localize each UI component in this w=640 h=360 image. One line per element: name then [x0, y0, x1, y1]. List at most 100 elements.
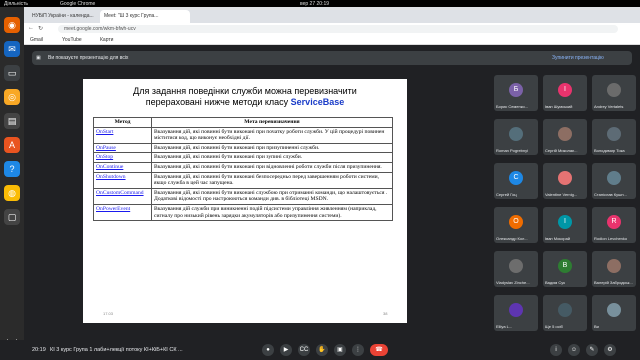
- camera-icon[interactable]: ▶: [280, 344, 292, 356]
- chrome-icon[interactable]: ◍: [4, 185, 20, 201]
- method-link[interactable]: OnShutdown: [93, 171, 152, 189]
- participant-tile[interactable]: R Rodion Levchenko: [592, 207, 636, 243]
- presentation-slide: Для задання поведінки служби можна перев…: [83, 79, 407, 323]
- method-description: Вказування дій, які повинні бути виконан…: [151, 187, 393, 205]
- bookmark-gmail[interactable]: Gmail: [30, 37, 43, 43]
- participant-name: Вадим Сук: [545, 280, 565, 285]
- participant-tile[interactable]: О Олександр Кол...: [494, 207, 538, 243]
- reload-icon[interactable]: ↻: [38, 25, 43, 32]
- participant-name: Rodion Levchenko: [594, 236, 628, 241]
- col-header-purpose: Мета перевизначення: [151, 117, 393, 128]
- participant-tile[interactable]: Ще 5 осіб: [543, 295, 587, 331]
- slide-number: 38: [383, 311, 388, 316]
- participant-tile[interactable]: Vladyslav Zinche...: [494, 251, 538, 287]
- people-icon[interactable]: ☺: [568, 344, 580, 356]
- back-icon[interactable]: ←: [28, 25, 34, 31]
- mail-icon[interactable]: ✉: [4, 41, 20, 57]
- chat-icon[interactable]: ✎: [586, 344, 598, 356]
- method-link[interactable]: OnCustomCommand: [93, 187, 152, 205]
- method-link[interactable]: OnStop: [93, 152, 152, 163]
- more-options-icon[interactable]: ⋮: [352, 344, 364, 356]
- participant-tile[interactable]: Б Борис Семенко...: [494, 75, 538, 111]
- terminal-icon[interactable]: ▢: [4, 209, 20, 225]
- avatar: [558, 303, 572, 317]
- participant-name: Іван Шумський: [545, 104, 573, 109]
- address-bar: ← ↻ meet.google.com/wkm-bfwh-ucv: [24, 23, 640, 35]
- avatar: В: [558, 259, 572, 273]
- avatar: [558, 171, 572, 185]
- url-field[interactable]: meet.google.com/wkm-bfwh-ucv: [58, 25, 618, 33]
- stop-presenting-button[interactable]: Зупинити презентацію: [552, 55, 604, 61]
- participant-tile[interactable]: Andrey Vertalets: [592, 75, 636, 111]
- slide-title-line1: Для задання поведінки служби можна перев…: [133, 86, 357, 96]
- participant-tile[interactable]: Валерій Забродськ...: [592, 251, 636, 287]
- help-icon[interactable]: ?: [4, 161, 20, 177]
- method-link[interactable]: OnPowerEvent: [93, 203, 152, 222]
- slide-title-class: ServiceBase: [290, 97, 345, 107]
- participant-tile[interactable]: Сергій Миколає...: [543, 119, 587, 155]
- participant-name: Борис Семенко...: [496, 104, 529, 109]
- hand-icon[interactable]: ✋: [316, 344, 328, 356]
- participant-tile[interactable]: В Вадим Сук: [543, 251, 587, 287]
- avatar: [509, 259, 523, 273]
- avatar: [509, 303, 523, 317]
- method-link[interactable]: OnStart: [93, 126, 152, 144]
- activities-icon[interactable]: ⚙: [604, 344, 616, 356]
- chrome-window: НУБіП України - календа... Meet: "Ш 3 ку…: [24, 7, 640, 352]
- participant-tile[interactable]: Ви: [592, 295, 636, 331]
- present-icon-btn[interactable]: ▣: [334, 344, 346, 356]
- meet-area: ▣ Ви показуєте презентацію для всіх Зупи…: [24, 45, 640, 352]
- method-link[interactable]: OnPause: [93, 142, 152, 154]
- avatar: [558, 127, 572, 141]
- method-description: Вказування дій, які повинні бути виконан…: [151, 126, 393, 144]
- info-icon[interactable]: i: [550, 344, 562, 356]
- avatar: І: [558, 215, 572, 229]
- bookmark-youtube[interactable]: YouTube: [62, 37, 82, 43]
- participant-tile[interactable]: І Іван Мокорай: [543, 207, 587, 243]
- participant-name: Сергій Миколає...: [545, 148, 578, 153]
- participant-tile[interactable]: Roman Pogrebnyi: [494, 119, 538, 155]
- participant-tile[interactable]: Станіслав Кушн...: [592, 163, 636, 199]
- participant-name: Валерій Забродськ...: [594, 280, 633, 285]
- table-row: OnPowerEvent Вказування дій служби при ви…: [93, 203, 393, 222]
- participant-name: Andrey Vertalets: [594, 104, 624, 109]
- method-link[interactable]: OnContinue: [93, 161, 152, 173]
- tab-meet[interactable]: Meet: "Ш 3 курс Група...: [100, 10, 190, 23]
- methods-table: Метод Мета перевизначення OnStart Вказува…: [93, 117, 393, 222]
- firefox-icon[interactable]: ◉: [4, 17, 20, 33]
- captions-icon[interactable]: CC: [298, 344, 310, 356]
- participant-tile[interactable]: Valentine Vernig...: [543, 163, 587, 199]
- present-icon: ▣: [36, 55, 41, 61]
- participant-name: Valentine Vernig...: [545, 192, 578, 197]
- os-top-bar: Діяльність Google Chrome вер 27 20:19: [0, 0, 640, 7]
- avatar: Б: [509, 83, 523, 97]
- table-row: OnStop Вказування дій, які повинні бути в…: [93, 152, 393, 163]
- bookmark-maps[interactable]: Карти: [100, 37, 113, 43]
- table-row: OnContinue Вказування дій, які повинні бу…: [93, 161, 393, 173]
- participant-tile[interactable]: С Сергей Гоц: [494, 163, 538, 199]
- participant-tile[interactable]: І Іван Шумський: [543, 75, 587, 111]
- table-row: OnShutdown Вказування дій, які повинні бу…: [93, 171, 393, 189]
- avatar: [607, 83, 621, 97]
- meet-controls-bar: 20:19 КІ 3 курс Група 1 лаби+лекції пото…: [0, 340, 640, 360]
- mic-icon[interactable]: ●: [262, 344, 274, 356]
- participant-name: Володимир Тока: [594, 148, 625, 153]
- participant-tile[interactable]: Володимир Тока: [592, 119, 636, 155]
- files-icon[interactable]: ▭: [4, 65, 20, 81]
- avatar: R: [607, 215, 621, 229]
- participants-grid: Б Борис Семенко... І Іван Шумський Andrey Ve…: [494, 75, 640, 345]
- avatar: І: [558, 83, 572, 97]
- table-row: OnCustomCommand Вказування дій, які повин…: [93, 187, 393, 205]
- tab-calendar[interactable]: НУБіП України - календа...: [28, 10, 98, 23]
- meeting-title: КІ 3 курс Група 1 лаби+лекції потоку КІ+…: [50, 347, 183, 353]
- participant-name: Олександр Кол...: [496, 236, 528, 241]
- music-icon[interactable]: ◎: [4, 89, 20, 105]
- participant-name: Ще 5 осіб: [545, 324, 563, 329]
- participant-tile[interactable]: Elliya L...: [494, 295, 538, 331]
- end-call-button[interactable]: ☎: [370, 344, 388, 356]
- slide-title: Для задання поведінки служби можна перев…: [89, 86, 401, 108]
- software-icon[interactable]: A: [4, 137, 20, 153]
- banner-text: Ви показуєте презентацію для всіх: [48, 55, 129, 61]
- avatar: О: [509, 215, 523, 229]
- document-icon[interactable]: ▤: [4, 113, 20, 129]
